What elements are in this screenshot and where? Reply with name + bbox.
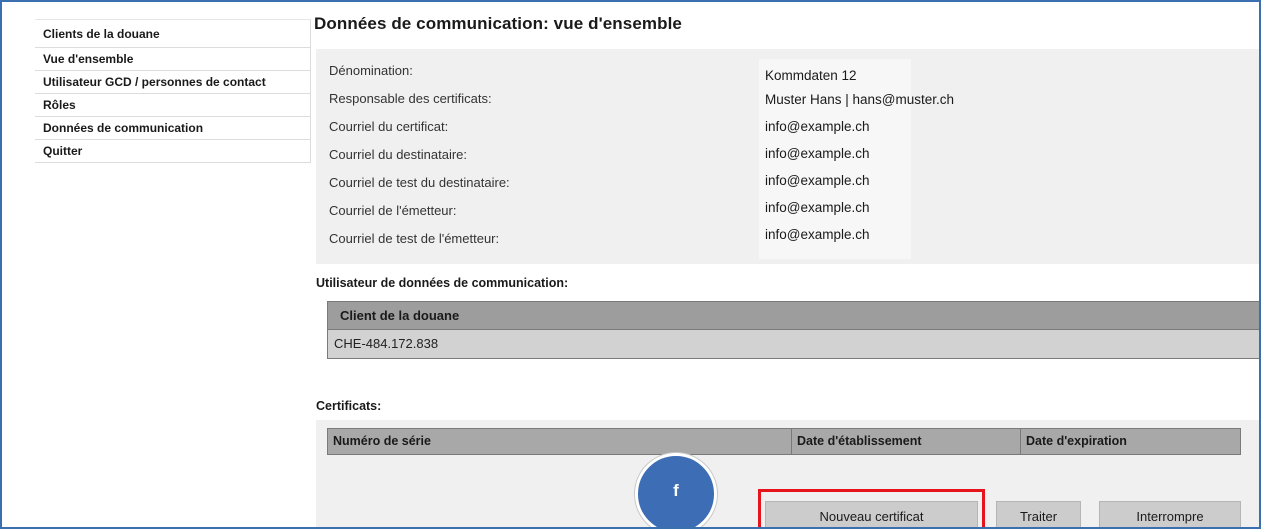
table-row[interactable]: CHE-484.172.838 [328, 330, 1259, 358]
comm-users-column-header: Client de la douane [328, 302, 1259, 330]
field-label-recipient-test-email: Courriel de test du destinataire: [329, 175, 510, 190]
sidebar-item-overview[interactable]: Vue d'ensemble [35, 48, 311, 71]
column-expiry-date: Date d'expiration [1020, 429, 1241, 454]
cancel-button[interactable]: Interrompre [1099, 501, 1241, 527]
sidebar-item-gcd-users[interactable]: Utilisateur GCD / personnes de contact [35, 71, 311, 94]
sidebar-item-roles[interactable]: Rôles [35, 94, 311, 117]
field-label-sender-test-email: Courriel de test de l'émetteur: [329, 231, 500, 246]
edit-button[interactable]: Traiter [996, 501, 1081, 527]
field-label-cert-email: Courriel du certificat: [329, 119, 449, 134]
sidebar-nav: Clients de la douane Vue d'ensemble Util… [35, 19, 311, 163]
screenshot-frame: Clients de la douane Vue d'ensemble Util… [0, 0, 1261, 529]
field-value-cert-manager: Muster Hans | hans@muster.ch [765, 92, 955, 107]
sidebar-item-quit[interactable]: Quitter [35, 140, 311, 163]
page-title: Données de communication: vue d'ensemble [314, 14, 682, 33]
column-serial-number: Numéro de série [333, 434, 431, 448]
column-issue-date: Date d'établissement [791, 429, 1020, 454]
field-value-cert-email: info@example.ch [765, 119, 870, 134]
sidebar-item-communication-data[interactable]: Données de communication [35, 117, 311, 140]
certificates-table-header: Numéro de série Date d'établissement Dat… [327, 428, 1241, 455]
comm-users-heading: Utilisateur de données de communication: [316, 276, 569, 290]
field-label-recipient-email: Courriel du destinataire: [329, 147, 468, 162]
field-value-sender-email: info@example.ch [765, 200, 870, 215]
certificates-heading: Certificats: [316, 399, 382, 413]
field-label-name: Dénomination: [329, 63, 413, 78]
field-label-cert-manager: Responsable des certificats: [329, 91, 492, 106]
sidebar-item-customs-clients[interactable]: Clients de la douane [35, 19, 311, 48]
highlight-box [758, 489, 985, 527]
details-panel: Dénomination: Kommdaten 12 Responsable d… [316, 49, 1259, 264]
comm-users-table: Client de la douane CHE-484.172.838 [327, 301, 1259, 359]
field-value-recipient-email: info@example.ch [765, 146, 870, 161]
step-marker: f [635, 453, 717, 527]
field-label-sender-email: Courriel de l'émetteur: [329, 203, 457, 218]
field-value-sender-test-email: info@example.ch [765, 227, 870, 242]
field-value-recipient-test-email: info@example.ch [765, 173, 870, 188]
field-value-name: Kommdaten 12 [765, 68, 857, 83]
